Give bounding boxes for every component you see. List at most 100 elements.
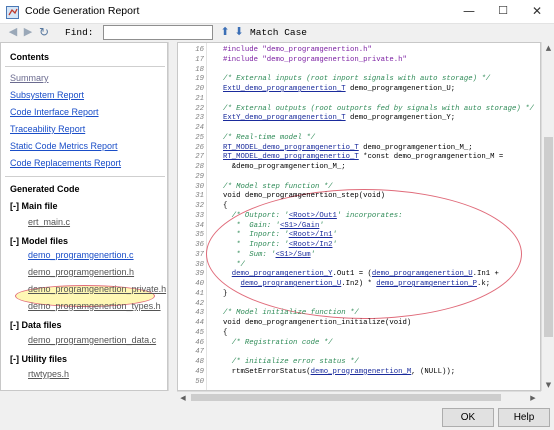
code-hyperlink[interactable]: demo_programgenertion_Y	[232, 270, 333, 278]
code-hyperlink[interactable]: ExtY_demo_programgenertion_T	[223, 114, 346, 122]
find-input[interactable]	[103, 25, 213, 40]
scroll-right-arrow-icon[interactable]: ▶	[527, 392, 539, 404]
arrow-up-icon[interactable]: ⬆	[218, 25, 232, 39]
summary-link[interactable]: Summary	[10, 73, 49, 83]
code-replacements-report-link[interactable]: Code Replacements Report	[10, 158, 121, 168]
code-hyperlink[interactable]: demo_programgenertion_U	[372, 270, 473, 278]
code-hyperlink[interactable]: <S1>/Gain	[280, 222, 319, 230]
code-token: /* initialize error status */	[223, 358, 359, 366]
traceability-report-link[interactable]: Traceability Report	[10, 124, 85, 134]
code-token: {	[223, 328, 228, 337]
refresh-icon[interactable]: ↻	[37, 25, 51, 39]
divider	[5, 66, 165, 67]
code-text: #include "demo_programgenertion_private.…	[223, 55, 407, 66]
code-hyperlink[interactable]: RT_MODEL_demo_programgenertio_T	[223, 144, 359, 152]
horizontal-scrollbar[interactable]: ◀ ▶	[177, 391, 541, 403]
file-link-demo-programgenertion-c[interactable]: demo_programgenertion.c	[28, 250, 134, 260]
code-token: */	[223, 260, 245, 269]
code-token: ' incorporates:	[336, 211, 403, 220]
divider	[5, 176, 165, 177]
match-case-label[interactable]: Match Case	[250, 27, 307, 38]
code-token: * Inport: '	[223, 241, 289, 249]
file-link-demo-programgenertion-data-c[interactable]: demo_programgenertion_data.c	[28, 335, 156, 345]
code-token: .In1 +	[472, 270, 499, 279]
collapse-toggle[interactable]: [-]	[10, 201, 19, 211]
group-title: Utility files	[21, 354, 68, 364]
scroll-up-arrow-icon[interactable]: ▲	[542, 42, 554, 54]
code-text: rtmSetErrorStatus(demo_programgenertion_…	[223, 367, 455, 378]
code-token: #include "demo_programgenertion.h"	[223, 46, 372, 54]
ok-button[interactable]: OK	[442, 408, 494, 427]
generated-code-title: Generated Code	[10, 184, 80, 194]
code-token: {	[223, 202, 228, 210]
collapse-toggle[interactable]: [-]	[10, 354, 19, 364]
code-token: *const demo_programgenertion_M =	[358, 153, 504, 162]
code-hyperlink[interactable]: <Root>/In1	[289, 231, 333, 239]
file-link-demo-programgenertion-types-h[interactable]: demo_programgenertion_types.h	[28, 301, 161, 311]
group-title: Data files	[21, 320, 62, 330]
code-hyperlink[interactable]: demo_programgenertion_P	[376, 280, 477, 288]
code-token: }	[223, 289, 228, 298]
scrollbar-thumb[interactable]	[544, 137, 553, 337]
arrow-left-icon[interactable]: ◀	[6, 25, 20, 39]
code-interface-report-link[interactable]: Code Interface Report	[10, 107, 99, 117]
group-title: Main file	[21, 201, 58, 211]
code-token: * Gain: '	[223, 221, 280, 230]
code-token: * Sum: '	[223, 250, 276, 259]
vertical-scrollbar[interactable]: ▲ ▼	[541, 42, 554, 391]
code-hyperlink[interactable]: <S1>/Sum	[276, 251, 311, 259]
static-code-metrics-report-link[interactable]: Static Code Metrics Report	[10, 141, 118, 151]
data-files-group[interactable]: [-] Data files	[10, 320, 62, 330]
file-link-ert-main-c[interactable]: ert_main.c	[28, 217, 70, 227]
arrow-down-icon[interactable]: ⬇	[232, 25, 246, 39]
code-token: demo_programgenertion_M_;	[358, 143, 473, 152]
code-token: /* External outputs (root outports fed b…	[223, 104, 534, 113]
file-link-rtwtypes-h[interactable]: rtwtypes.h	[28, 369, 69, 379]
code-token: void demo_programgenertion_step(void)	[223, 192, 386, 201]
model-files-group[interactable]: [-] Model files	[10, 236, 68, 246]
minimize-button[interactable]: —	[452, 0, 486, 24]
utility-files-group[interactable]: [-] Utility files	[10, 354, 67, 364]
file-link-demo-programgenertion-private-h[interactable]: demo_programgenertion_private.h	[28, 284, 166, 294]
code-token: void demo_programgenertion_initialize(vo…	[223, 319, 412, 327]
code-token: , (NULL));	[411, 367, 456, 376]
code-hyperlink[interactable]: <Root>/In2	[289, 241, 333, 249]
find-label: Find:	[65, 27, 94, 38]
contents-title: Contents	[10, 52, 49, 62]
code-hyperlink[interactable]: demo_programgenertion_U	[241, 280, 342, 288]
collapse-toggle[interactable]: [-]	[10, 236, 19, 246]
code-token: /* Outport: '	[223, 211, 289, 220]
code-hyperlink[interactable]: <Root>/Out1	[289, 212, 337, 220]
maximize-button[interactable]: ☐	[486, 0, 520, 24]
scroll-down-arrow-icon[interactable]: ▼	[542, 379, 554, 391]
code-hyperlink[interactable]: demo_programgenertion_M	[311, 368, 412, 376]
code-text: void demo_programgenertion_initialize(vo…	[223, 318, 411, 329]
arrow-right-icon[interactable]: ▶	[21, 25, 35, 39]
code-token: '	[319, 221, 324, 230]
code-token: rtmSetErrorStatus(	[223, 367, 311, 376]
scroll-left-arrow-icon[interactable]: ◀	[177, 392, 189, 404]
code-hyperlink[interactable]: ExtU_demo_programgenertion_T	[223, 85, 346, 93]
code-hyperlink[interactable]: RT_MODEL_demo_programgenertio_T	[223, 153, 359, 161]
main-file-group[interactable]: [-] Main file	[10, 201, 58, 211]
line-number-gutter	[206, 43, 207, 390]
scrollbar-thumb[interactable]	[191, 394, 501, 401]
help-button[interactable]: Help	[498, 408, 550, 427]
code-text: ExtY_demo_programgenertion_T demo_progra…	[223, 113, 455, 124]
code-token: '	[310, 250, 315, 259]
code-text: void demo_programgenertion_step(void)	[223, 191, 385, 202]
collapse-toggle[interactable]: [-]	[10, 320, 19, 330]
subsystem-report-link[interactable]: Subsystem Report	[10, 90, 84, 100]
close-button[interactable]: ✕	[520, 0, 554, 24]
code-text: &demo_programgenertion_M_;	[223, 162, 346, 173]
code-token: /* Real-time model */	[223, 133, 315, 142]
file-link-demo-programgenertion-h[interactable]: demo_programgenertion.h	[28, 267, 134, 277]
group-title: Model files	[21, 236, 69, 246]
line-number: 50	[195, 377, 204, 386]
code-token: &demo_programgenertion_M_;	[223, 163, 346, 171]
code-viewer: 16 #include "demo_programgenertion.h" 17 #i…	[177, 42, 541, 391]
code-text: /* Registration code */	[223, 338, 333, 349]
navigation-panel: Contents Summary Subsystem Report Code I…	[0, 42, 168, 391]
panel-splitter[interactable]	[168, 42, 176, 391]
